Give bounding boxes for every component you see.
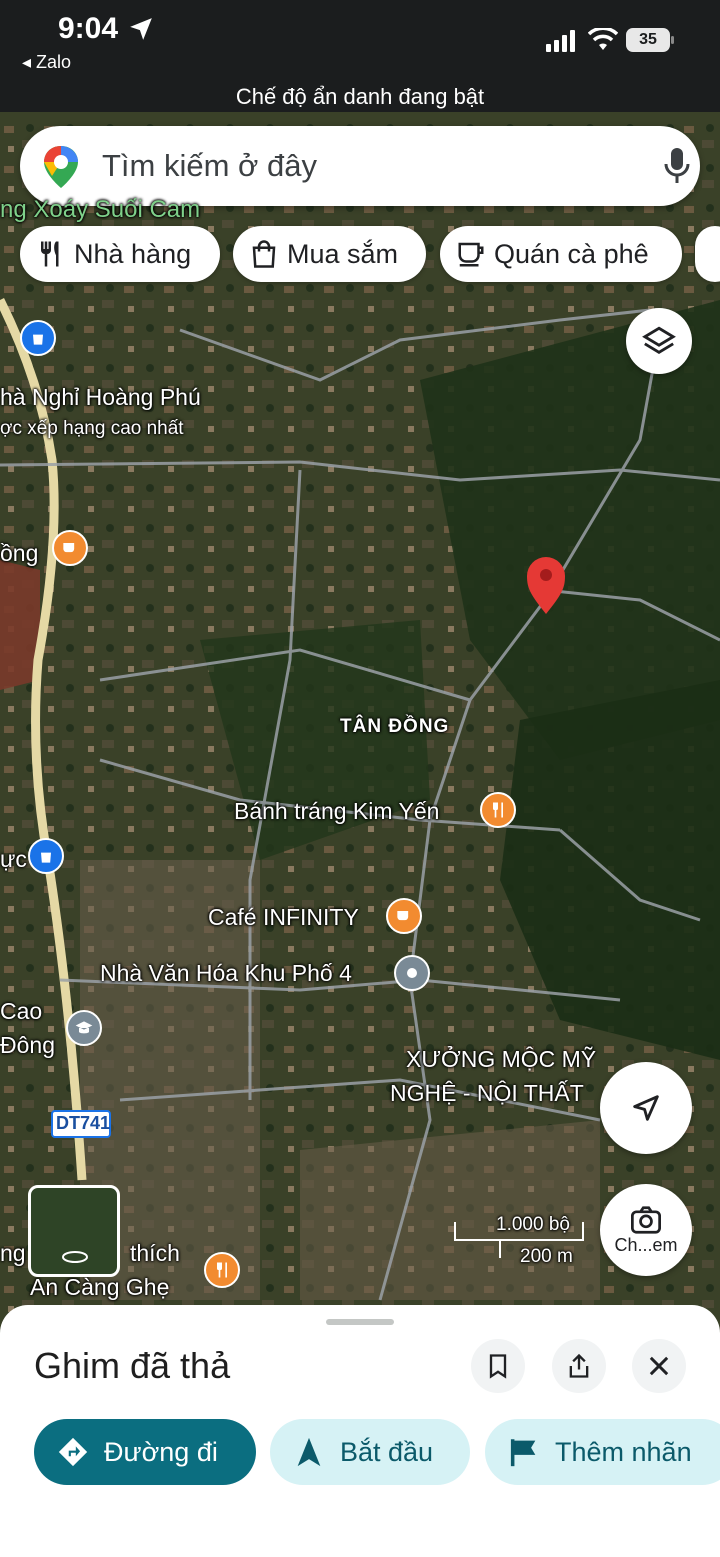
location-arrow-icon: [130, 18, 152, 40]
chip-label: Mua sắm: [287, 238, 399, 269]
microphone-icon[interactable]: [662, 146, 692, 186]
start-label: Bắt đầu: [340, 1436, 434, 1467]
share-icon: [569, 1353, 589, 1378]
share-button[interactable]: [552, 1339, 606, 1393]
school-pin-icon[interactable]: [66, 1010, 102, 1046]
chip-restaurants[interactable]: Nhà hàng: [20, 226, 220, 282]
add-label-label: Thêm nhãn: [555, 1436, 692, 1467]
shop-pin-icon[interactable]: [28, 838, 64, 874]
battery-level: 35: [626, 28, 670, 52]
maps-logo-icon: [44, 146, 78, 188]
map-label-hotel[interactable]: hà Nghỉ Hoàng Phú: [0, 384, 201, 411]
sheet-handle[interactable]: [326, 1319, 394, 1325]
map-label-workshop-2[interactable]: NGHỆ - NỘI THẤT: [390, 1080, 584, 1107]
navigation-arrow-icon: [633, 1095, 659, 1121]
chip-more[interactable]: [695, 226, 720, 282]
chip-label: Quán cà phê: [494, 238, 649, 269]
back-to-app[interactable]: ◂ Zalo: [22, 52, 71, 73]
save-button[interactable]: [471, 1339, 525, 1393]
camera-search-icon: [631, 1205, 661, 1234]
layers-button[interactable]: [626, 308, 692, 374]
rotate-360-icon: [62, 1251, 88, 1263]
map-label-district: TÂN ĐỒNG: [340, 716, 450, 737]
map-label-school-1[interactable]: Cao: [0, 998, 42, 1025]
restaurant-pin-icon[interactable]: [480, 792, 516, 828]
sheet-title: Ghim đã thả: [34, 1345, 231, 1386]
map-label-shop-left[interactable]: ực: [0, 846, 27, 873]
battery-indicator: 35: [626, 28, 674, 52]
cafe-pin-icon[interactable]: [52, 530, 88, 566]
map-label-bottom-2[interactable]: thích: [130, 1240, 180, 1267]
map-label-workshop-1[interactable]: XƯỞNG MỘC MỸ: [406, 1046, 596, 1073]
fork-knife-icon: [41, 241, 59, 267]
navigation-start-icon: [297, 1437, 321, 1467]
map-label-banh-trang[interactable]: Bánh tráng Kim Yến: [234, 798, 439, 825]
road-shield-dt741: DT741: [56, 1113, 111, 1133]
lens-label: Ch...em: [614, 1234, 678, 1255]
search-input[interactable]: Tìm kiếm ở đây: [102, 148, 317, 184]
directions-icon: [58, 1437, 88, 1467]
directions-label: Đường đi: [104, 1436, 218, 1467]
layers-icon: [642, 326, 676, 354]
map-label-top: ng Xoáy Suối Cam: [0, 196, 201, 223]
shopping-bag-icon: [252, 240, 276, 268]
landmark-pin-icon[interactable]: [394, 955, 430, 991]
map-label-hotel-sub: ợc xếp hạng cao nhất: [0, 418, 184, 439]
directions-button[interactable]: Đường đi: [34, 1419, 256, 1485]
map-label-cafe-infinity[interactable]: Café INFINITY: [208, 904, 359, 931]
cellular-signal-icon: [546, 30, 575, 52]
clock: 9:04: [58, 12, 119, 45]
map-label-cafe-left[interactable]: ồng: [0, 540, 38, 567]
shop-pin-icon[interactable]: [20, 320, 56, 356]
map-label-nha-van-hoa[interactable]: Nhà Văn Hóa Khu Phố 4: [100, 960, 352, 987]
close-icon: [649, 1356, 669, 1376]
map-label-school-2[interactable]: Đông: [0, 1032, 55, 1059]
chip-cafes[interactable]: Quán cà phê: [440, 226, 682, 282]
add-label-button[interactable]: Thêm nhãn: [485, 1419, 720, 1485]
lens-button[interactable]: Ch...em: [600, 1184, 692, 1276]
bookmark-icon: [489, 1354, 507, 1379]
search-bar[interactable]: Tìm kiếm ở đây: [20, 126, 700, 206]
my-location-button[interactable]: [600, 1062, 692, 1154]
street-view-thumbnail[interactable]: [28, 1185, 120, 1277]
coffee-cup-icon: [458, 242, 484, 267]
scale-label-ft: 1.000 bộ: [496, 1214, 570, 1235]
incognito-banner: Chế độ ẩn danh đang bật: [235, 84, 485, 109]
restaurant-pin-icon[interactable]: [204, 1252, 240, 1288]
map-label-bottom-3[interactable]: An Càng Ghẹ: [30, 1274, 169, 1301]
scale-label-m: 200 m: [520, 1246, 573, 1267]
cafe-pin-icon[interactable]: [386, 898, 422, 934]
flag-icon: [510, 1439, 536, 1467]
start-button[interactable]: Bắt đầu: [270, 1419, 470, 1485]
chip-label: Nhà hàng: [74, 238, 192, 269]
close-button[interactable]: [632, 1339, 686, 1393]
wifi-icon: [588, 28, 618, 50]
chip-shopping[interactable]: Mua sắm: [233, 226, 426, 282]
status-bar: 9:04 ◂ Zalo 35 Chế độ ẩn danh đang bật: [0, 0, 720, 112]
map-label-bottom-1: ng: [0, 1240, 26, 1266]
